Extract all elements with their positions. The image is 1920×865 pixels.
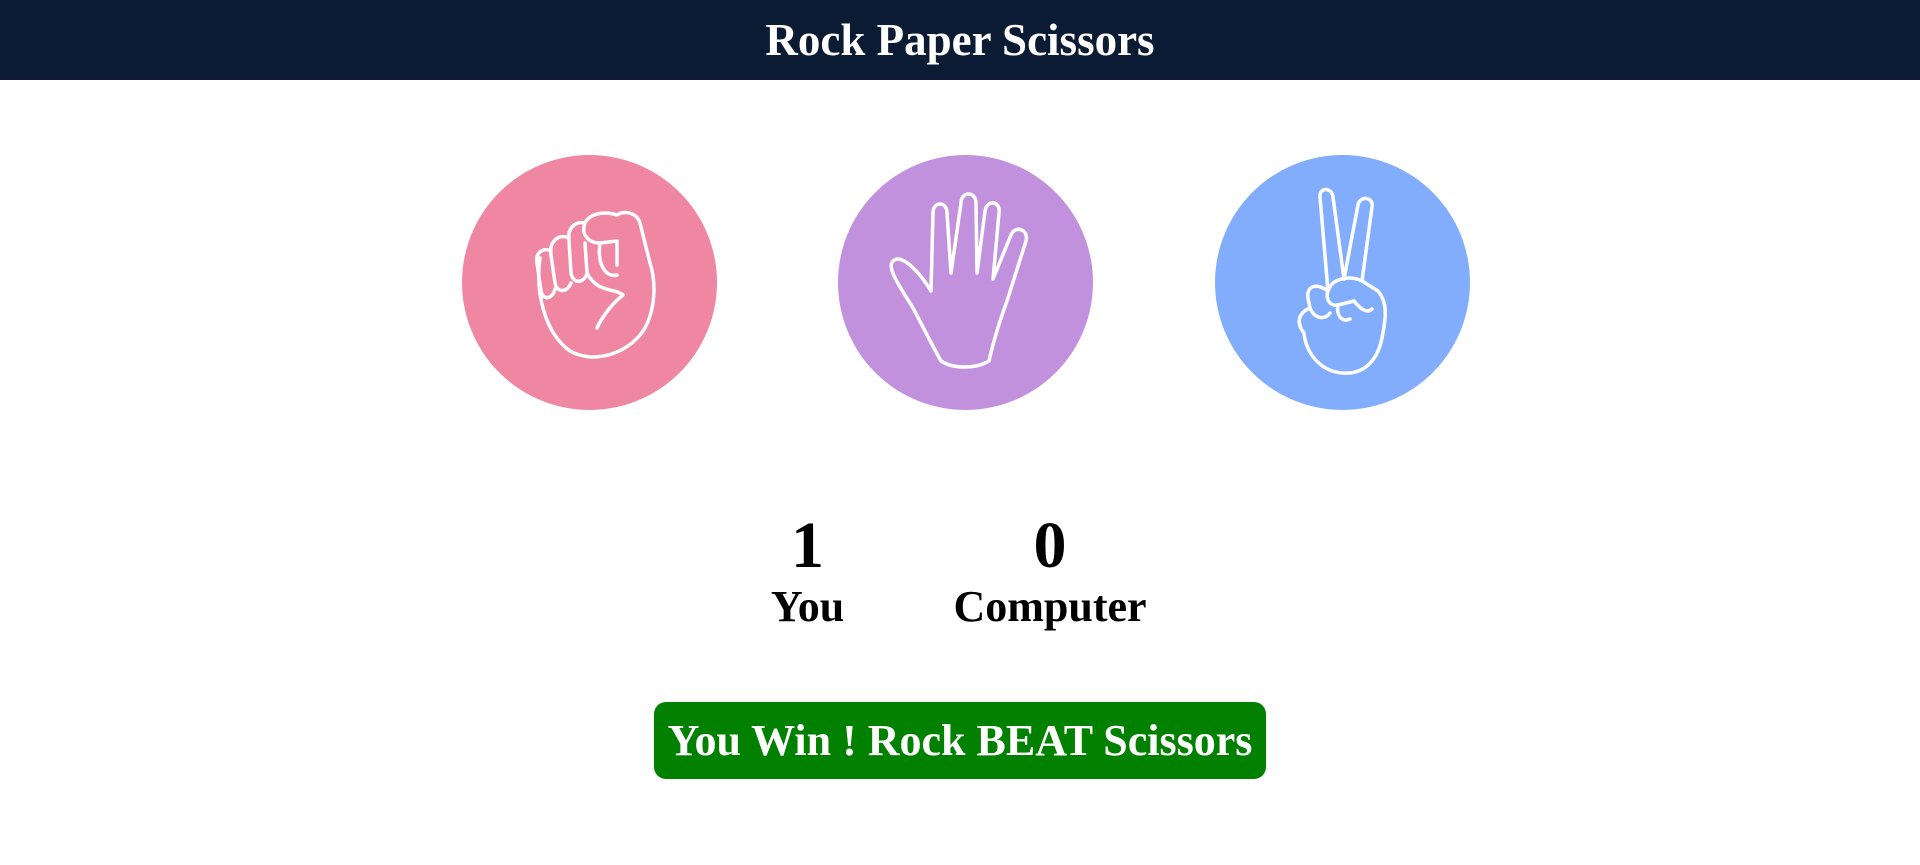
page-title: Rock Paper Scissors <box>765 15 1155 65</box>
header-bar: Rock Paper Scissors <box>0 0 1920 80</box>
computer-score-value: 0 <box>1033 509 1067 582</box>
computer-score: 0 Computer <box>935 508 1165 630</box>
peace-hand-icon <box>1296 187 1387 375</box>
paper-choice-button[interactable] <box>838 155 1093 410</box>
open-hand-icon <box>889 191 1028 369</box>
fist-icon <box>534 210 656 359</box>
user-score: 1 You <box>740 508 875 630</box>
user-score-label: You <box>770 582 845 631</box>
computer-score-label: Computer <box>953 582 1147 631</box>
result-message: You Win ! Rock BEAT Scissors <box>654 702 1266 779</box>
rock-choice-button[interactable] <box>462 155 717 410</box>
scissors-choice-button[interactable] <box>1215 155 1470 410</box>
user-score-value: 1 <box>791 509 824 582</box>
